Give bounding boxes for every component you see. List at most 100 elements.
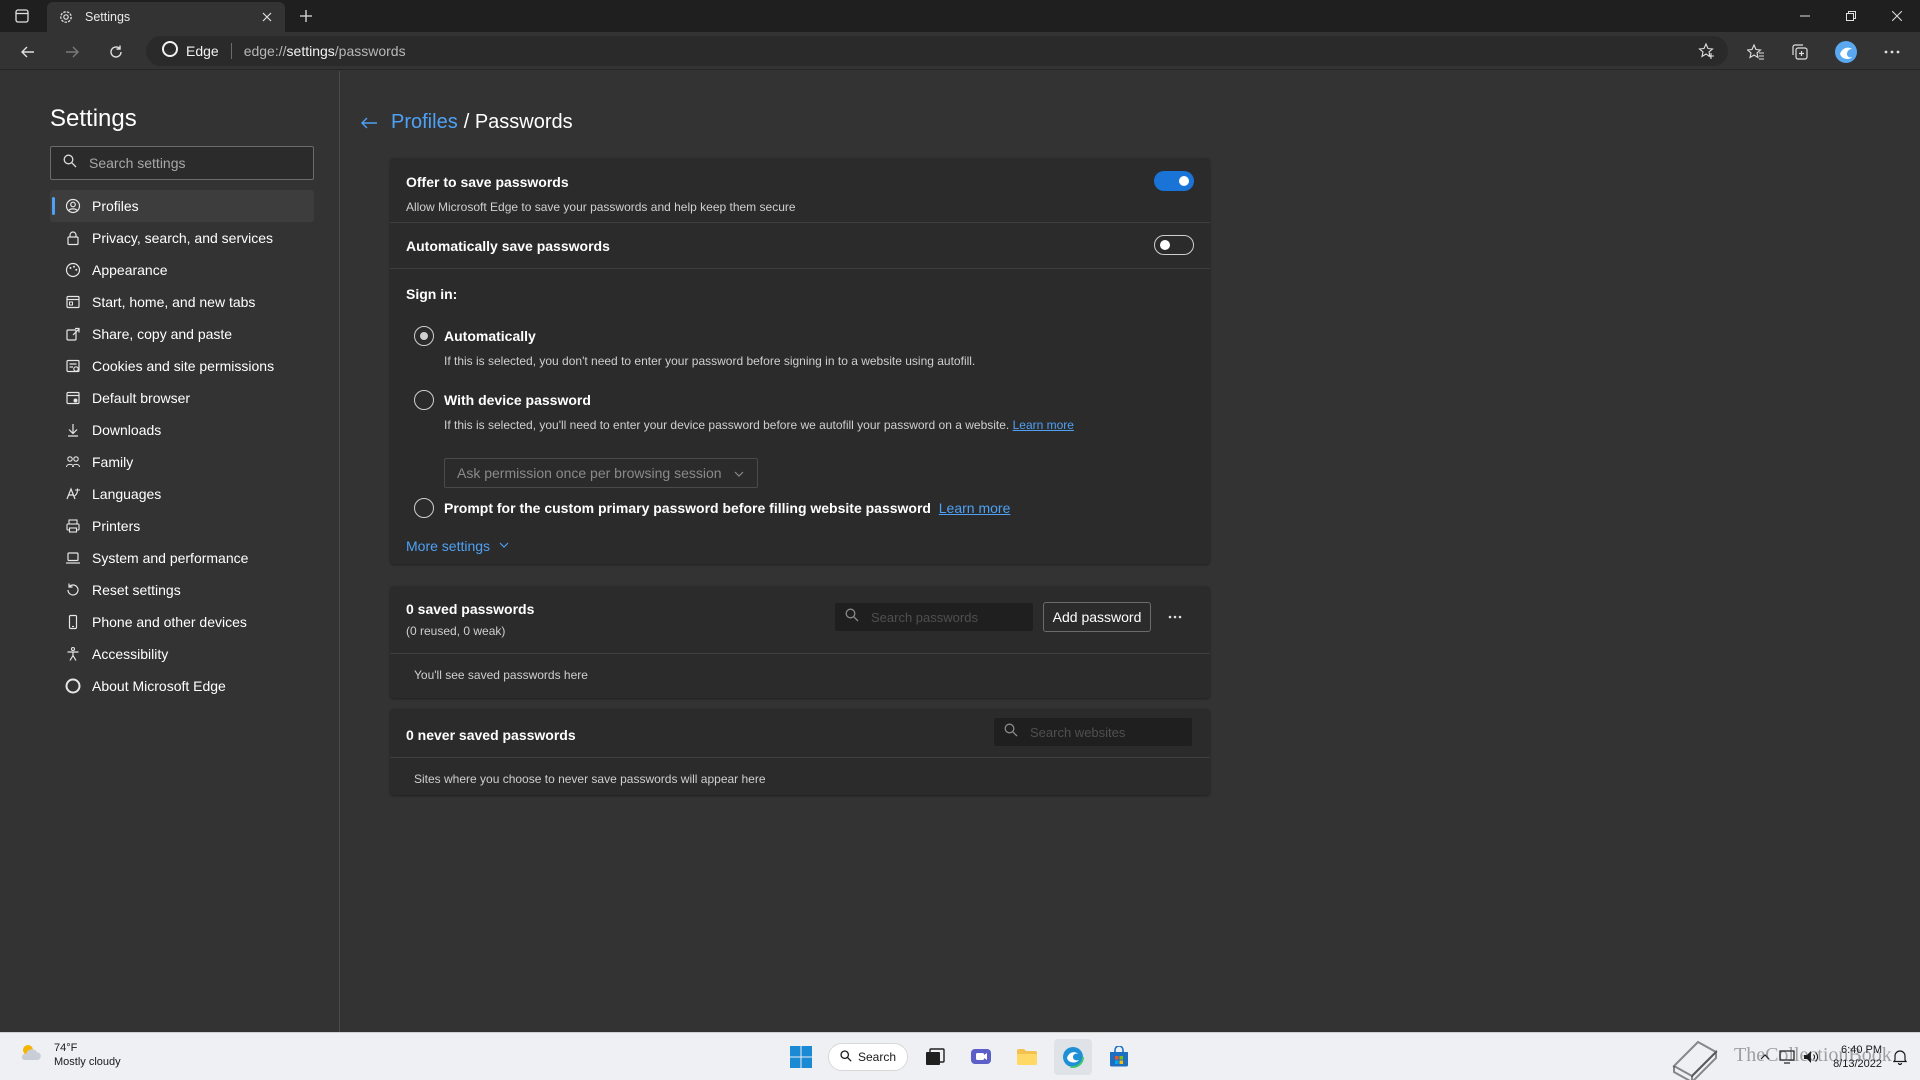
restore-icon[interactable] (1828, 0, 1874, 32)
page-title: / Passwords (463, 111, 573, 133)
sidebar-item-reset[interactable]: Reset settings (50, 574, 314, 606)
sidebar-item-start-home[interactable]: Start, home, and new tabs (50, 286, 314, 318)
share-icon (64, 325, 82, 343)
forward-icon[interactable] (58, 38, 86, 66)
taskbar-clock[interactable]: 6:40 PM 8/13/2022 (1833, 1043, 1882, 1071)
sidebar-item-printers[interactable]: Printers (50, 510, 314, 542)
sidebar-item-languages[interactable]: Languages (50, 478, 314, 510)
weather-text: 74°F Mostly cloudy (54, 1041, 121, 1069)
volume-icon[interactable] (1799, 1039, 1823, 1075)
signin-primary-password-radio[interactable] (414, 498, 434, 518)
never-saved-empty: Sites where you choose to never save pas… (414, 772, 766, 786)
primary-password-learn-more-link[interactable]: Learn more (939, 500, 1011, 516)
more-options-icon[interactable] (1878, 38, 1906, 66)
minimize-icon[interactable] (1782, 0, 1828, 32)
search-websites[interactable] (994, 718, 1192, 746)
close-tab-icon[interactable] (259, 9, 275, 25)
sidebar-item-label: Reset settings (92, 582, 181, 598)
file-explorer-icon[interactable] (1008, 1039, 1046, 1075)
chevron-down-icon (498, 538, 510, 554)
more-actions-icon[interactable] (1161, 603, 1189, 631)
sidebar-item-label: Appearance (92, 262, 168, 278)
task-view-icon[interactable] (916, 1039, 954, 1075)
browser-tab[interactable]: Settings (47, 2, 285, 32)
sidebar-item-family[interactable]: Family (50, 446, 314, 478)
saved-passwords-card: 0 saved passwords (0 reused, 0 weak) Add… (390, 586, 1210, 698)
sidebar-item-profiles[interactable]: Profiles (50, 190, 314, 222)
search-passwords[interactable] (835, 603, 1033, 631)
sidebar-item-downloads[interactable]: Downloads (50, 414, 314, 446)
address-bar[interactable]: Edge edge://settings/passwords (146, 36, 1728, 66)
profile-icon (64, 197, 82, 215)
search-websites-input[interactable] (1030, 724, 1170, 740)
edge-logo-icon (162, 40, 178, 62)
edge-icon (64, 677, 82, 695)
sidebar-item-default-browser[interactable]: Default browser (50, 382, 314, 414)
notification-bell-icon[interactable] (1890, 1039, 1910, 1075)
sidebar-item-privacy[interactable]: Privacy, search, and services (50, 222, 314, 254)
store-icon[interactable] (1100, 1039, 1138, 1075)
sidebar-item-appearance[interactable]: Appearance (50, 254, 314, 286)
settings-content: Profiles / Passwords Offer to save passw… (341, 71, 1920, 1032)
device-password-frequency-select[interactable]: Ask permission once per browsing session (444, 458, 758, 488)
add-favorite-icon[interactable] (1696, 41, 1718, 61)
reset-icon (64, 581, 82, 599)
close-window-icon[interactable] (1874, 0, 1920, 32)
sidebar-item-cookies[interactable]: Cookies and site permissions (50, 350, 314, 382)
signin-automatic-radio[interactable] (414, 326, 434, 346)
never-saved-title: 0 never saved passwords (406, 727, 576, 743)
display-icon[interactable] (1775, 1039, 1799, 1075)
chevron-up-icon[interactable] (1755, 1039, 1775, 1075)
signin-device-password-radio[interactable] (414, 390, 434, 410)
back-arrow-icon[interactable] (359, 113, 379, 133)
add-password-button[interactable]: Add password (1043, 602, 1151, 632)
taskbar-search-label: Search (857, 1050, 897, 1064)
search-icon (845, 608, 859, 627)
sidebar-item-phone[interactable]: Phone and other devices (50, 606, 314, 638)
breadcrumb-profiles-link[interactable]: Profiles (391, 111, 458, 134)
refresh-icon[interactable] (102, 38, 130, 66)
settings-nav: Profiles Privacy, search, and services A… (50, 190, 314, 702)
cloudy-weather-icon (18, 1042, 44, 1069)
sidebar-item-label: Share, copy and paste (92, 326, 233, 342)
tab-title: Settings (85, 10, 131, 24)
autosave-toggle[interactable] (1154, 235, 1194, 255)
offer-save-title: Offer to save passwords (406, 174, 569, 190)
sidebar-item-label: Downloads (92, 422, 162, 438)
search-passwords-input[interactable] (871, 609, 1011, 625)
settings-sidebar: Settings Profiles Privacy, search, and s… (0, 71, 340, 1032)
taskbar-apps: Search (782, 1039, 1138, 1075)
profile-avatar-icon[interactable] (1832, 38, 1860, 66)
sidebar-item-label: Accessibility (92, 646, 169, 662)
title-bar: Settings (0, 0, 1920, 32)
settings-search[interactable] (50, 146, 314, 180)
appearance-icon (64, 261, 82, 279)
offer-save-toggle[interactable] (1154, 171, 1194, 191)
weather-widget[interactable]: 74°F Mostly cloudy (18, 1041, 121, 1069)
taskbar-search[interactable]: Search (828, 1043, 908, 1071)
download-icon (64, 421, 82, 439)
edge-taskbar-icon[interactable] (1054, 1039, 1092, 1075)
teams-chat-icon[interactable] (962, 1039, 1000, 1075)
new-tab-icon[interactable] (295, 5, 317, 27)
device-password-learn-more-link[interactable]: Learn more (1013, 418, 1074, 432)
url-text: edge://settings/passwords (244, 43, 406, 59)
tab-actions-icon[interactable] (10, 5, 34, 27)
settings-search-input[interactable] (89, 155, 299, 171)
collections-icon[interactable] (1786, 38, 1814, 66)
sidebar-item-accessibility[interactable]: Accessibility (50, 638, 314, 670)
favorites-icon[interactable] (1742, 38, 1770, 66)
password-settings-card: Offer to save passwords Allow Microsoft … (390, 158, 1210, 564)
back-icon[interactable] (14, 38, 42, 66)
windows-start-icon[interactable] (782, 1039, 820, 1075)
search-icon (1004, 723, 1018, 742)
languages-icon (64, 485, 82, 503)
address-divider (230, 43, 232, 59)
signin-primary-password-text: Prompt for the custom primary password b… (444, 500, 931, 516)
sidebar-item-label: Default browser (92, 390, 191, 406)
breadcrumb: Profiles / Passwords (359, 111, 573, 134)
more-settings-button[interactable]: More settings (406, 538, 510, 554)
sidebar-item-about[interactable]: About Microsoft Edge (50, 670, 314, 702)
sidebar-item-share[interactable]: Share, copy and paste (50, 318, 314, 350)
sidebar-item-system[interactable]: System and performance (50, 542, 314, 574)
